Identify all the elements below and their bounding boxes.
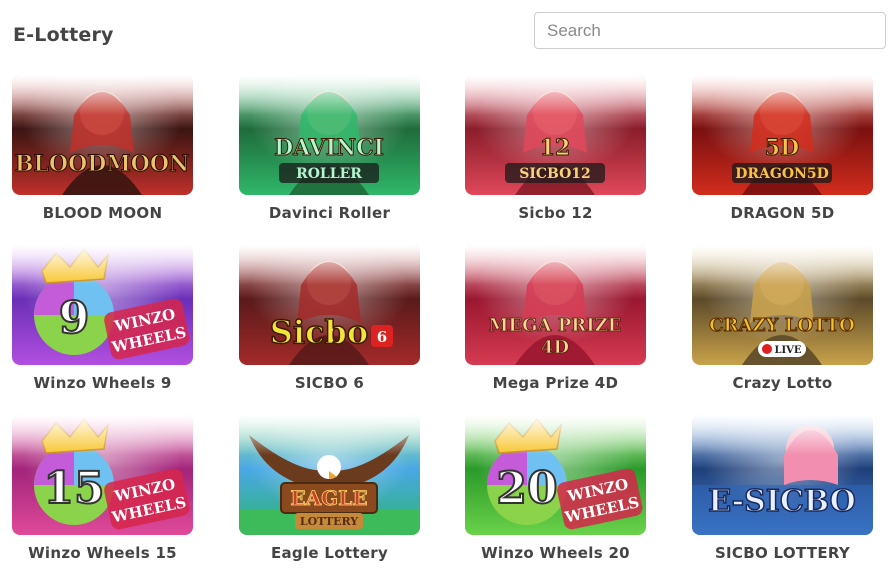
game-title[interactable]: Mega Prize 4D [465, 374, 646, 392]
game-card[interactable]: 5D DRAGON5D DRAGON 5D [692, 75, 873, 222]
game-thumbnail[interactable]: BLOODMOON [12, 75, 193, 195]
game-title[interactable]: SICBO 6 [239, 374, 420, 392]
svg-text:5D: 5D [765, 135, 799, 161]
game-title[interactable]: Davinci Roller [239, 204, 420, 222]
game-thumbnail[interactable]: CRAZY LOTTO LIVE [692, 245, 873, 365]
game-thumbnail[interactable]: Sicbo 6 [239, 245, 420, 365]
game-thumbnail[interactable]: MEGA PRIZE 4D [465, 245, 646, 365]
svg-text:9: 9 [59, 293, 90, 344]
game-title[interactable]: DRAGON 5D [692, 204, 873, 222]
svg-text:12: 12 [540, 135, 571, 161]
game-title[interactable]: SICBO LOTTERY [692, 544, 873, 562]
svg-text:MEGA PRIZE: MEGA PRIZE [488, 315, 621, 336]
game-card[interactable]: BLOODMOON BLOOD MOON [12, 75, 193, 222]
svg-text:EAGLE: EAGLE [290, 486, 367, 510]
game-card[interactable]: 20 WINZO WHEELS Winzo Wheels 20 [465, 415, 646, 562]
svg-text:ROLLER: ROLLER [296, 166, 362, 182]
game-title[interactable]: Sicbo 12 [465, 204, 646, 222]
game-thumbnail[interactable]: DAVINCI ROLLER [239, 75, 420, 195]
game-card[interactable]: 15 WINZO WHEELS Winzo Wheels 15 [12, 415, 193, 562]
game-title[interactable]: Winzo Wheels 15 [12, 544, 193, 562]
game-card[interactable]: Sicbo 6 SICBO 6 [239, 245, 420, 392]
game-title[interactable]: Winzo Wheels 9 [12, 374, 193, 392]
svg-text:LIVE: LIVE [774, 345, 801, 356]
search-input[interactable] [534, 12, 886, 49]
svg-text:4D: 4D [541, 337, 569, 358]
page-title: E-Lottery [13, 24, 114, 46]
game-thumbnail[interactable]: 12 SICBO12 [465, 75, 646, 195]
game-card[interactable]: EAGLE LOTTERY Eagle Lottery [239, 415, 420, 562]
game-card[interactable]: E-SICBO SICBO LOTTERY [692, 415, 873, 562]
svg-text:6: 6 [377, 328, 387, 346]
game-card[interactable]: 9 WINZO WHEELS Winzo Wheels 9 [12, 245, 193, 392]
svg-text:LOTTERY: LOTTERY [300, 515, 358, 528]
game-card[interactable]: CRAZY LOTTO LIVE Crazy Lotto [692, 245, 873, 392]
svg-text:15: 15 [43, 463, 104, 514]
game-card[interactable]: 12 SICBO12 Sicbo 12 [465, 75, 646, 222]
game-title[interactable]: Eagle Lottery [239, 544, 420, 562]
svg-text:Sicbo: Sicbo [270, 313, 368, 351]
game-title[interactable]: Crazy Lotto [692, 374, 873, 392]
game-title[interactable]: Winzo Wheels 20 [465, 544, 646, 562]
svg-text:E-SICBO: E-SICBO [708, 484, 856, 519]
game-thumbnail[interactable]: EAGLE LOTTERY [239, 415, 420, 535]
svg-text:DAVINCI: DAVINCI [274, 135, 384, 161]
game-title[interactable]: BLOOD MOON [12, 204, 193, 222]
game-thumbnail[interactable]: E-SICBO [692, 415, 873, 535]
e-lottery-page: E-Lottery BLOODMOON BLOOD MOON [0, 0, 895, 576]
svg-text:DRAGON5D: DRAGON5D [735, 166, 828, 182]
game-card[interactable]: MEGA PRIZE 4D Mega Prize 4D [465, 245, 646, 392]
game-thumbnail[interactable]: 5D DRAGON5D [692, 75, 873, 195]
svg-text:CRAZY LOTTO: CRAZY LOTTO [709, 315, 855, 336]
game-thumbnail[interactable]: 20 WINZO WHEELS [465, 415, 646, 535]
game-thumbnail[interactable]: 9 WINZO WHEELS [12, 245, 193, 365]
game-thumbnail[interactable]: 15 WINZO WHEELS [12, 415, 193, 535]
svg-text:SICBO12: SICBO12 [519, 166, 591, 182]
svg-text:20: 20 [496, 463, 557, 514]
svg-text:BLOODMOON: BLOODMOON [15, 151, 189, 177]
game-card[interactable]: DAVINCI ROLLER Davinci Roller [239, 75, 420, 222]
